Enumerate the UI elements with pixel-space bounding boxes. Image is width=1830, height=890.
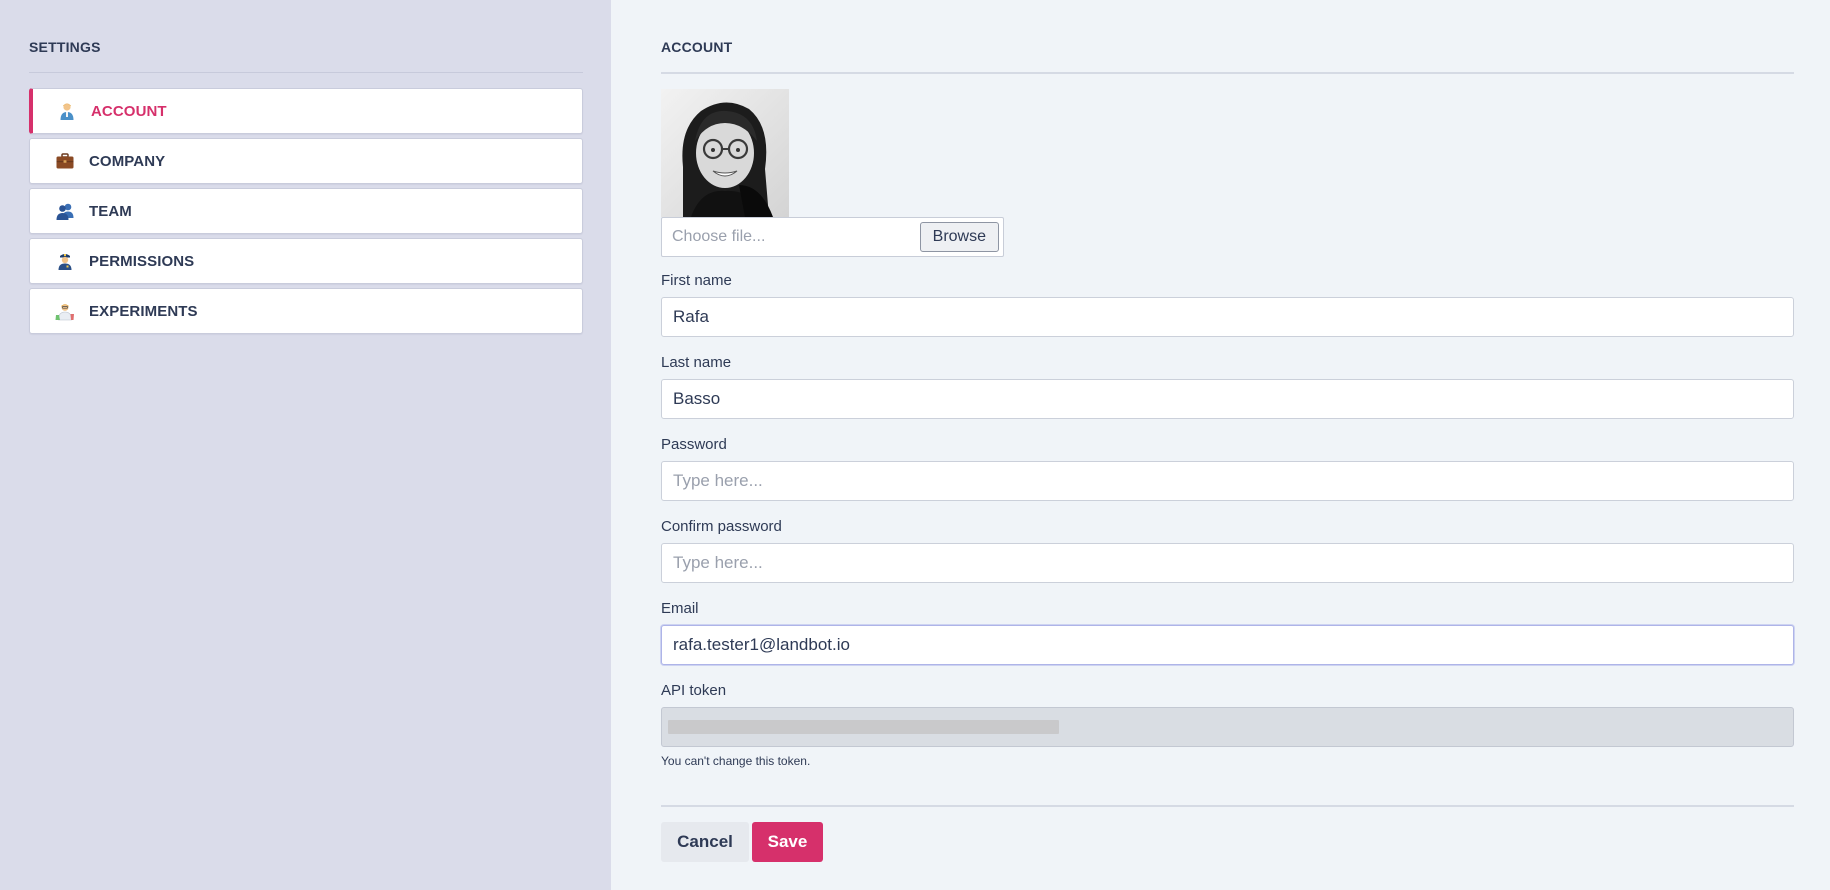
sidebar-item-label: TEAM (89, 202, 132, 220)
sidebar-divider (29, 72, 583, 73)
page-title: ACCOUNT (661, 39, 733, 55)
first-name-label: First name (661, 272, 732, 289)
email-label: Email (661, 600, 699, 617)
api-token-label: API token (661, 682, 727, 699)
password-label: Password (661, 436, 727, 453)
sidebar-item-account[interactable]: ACCOUNT (29, 88, 583, 134)
password-group: Password (661, 436, 1794, 501)
avatar-file-input[interactable]: Choose file... Browse (661, 217, 1004, 257)
sidebar-item-team[interactable]: TEAM (29, 188, 583, 234)
person-icon (56, 100, 78, 122)
last-name-group: Last name (661, 354, 1794, 419)
email-group: Email (661, 600, 1794, 665)
cancel-button[interactable]: Cancel (661, 822, 749, 862)
sidebar-item-label: PERMISSIONS (89, 252, 195, 270)
briefcase-icon (54, 150, 76, 172)
form-actions: Cancel Save (661, 822, 1794, 862)
save-button[interactable]: Save (752, 822, 823, 862)
sidebar-item-company[interactable]: COMPANY (29, 138, 583, 184)
officer-icon (54, 250, 76, 272)
api-token-field (661, 707, 1794, 747)
sidebar-item-label: EXPERIMENTS (89, 302, 198, 320)
sidebar-item-experiments[interactable]: EXPERIMENTS (29, 288, 583, 334)
confirm-password-group: Confirm password (661, 518, 1794, 583)
api-token-group: API token You can't change this token. (661, 682, 1794, 768)
api-token-help: You can't change this token. (661, 754, 811, 768)
people-icon (54, 200, 76, 222)
actions-divider (661, 805, 1794, 807)
confirm-password-label: Confirm password (661, 518, 782, 535)
sidebar-item-label: ACCOUNT (91, 102, 167, 120)
confirm-password-field[interactable] (661, 543, 1794, 583)
first-name-group: First name (661, 272, 1794, 337)
settings-sidebar: SETTINGS ACCOUNT COMPANY TEAM PERMISSION… (0, 0, 611, 890)
sidebar-item-label: COMPANY (89, 152, 166, 170)
title-divider (661, 72, 1794, 74)
api-token-mask (668, 720, 1059, 734)
file-placeholder: Choose file... (672, 228, 766, 245)
avatar (661, 89, 789, 217)
last-name-field[interactable] (661, 379, 1794, 419)
first-name-field[interactable] (661, 297, 1794, 337)
password-field[interactable] (661, 461, 1794, 501)
last-name-label: Last name (661, 354, 732, 371)
scientist-icon (54, 300, 76, 322)
browse-button[interactable]: Browse (919, 222, 999, 252)
sidebar-item-permissions[interactable]: PERMISSIONS (29, 238, 583, 284)
account-panel: ACCOUNT Choose file... Browse First name… (661, 0, 1794, 890)
email-field[interactable] (661, 625, 1794, 665)
sidebar-title: SETTINGS (29, 39, 101, 55)
